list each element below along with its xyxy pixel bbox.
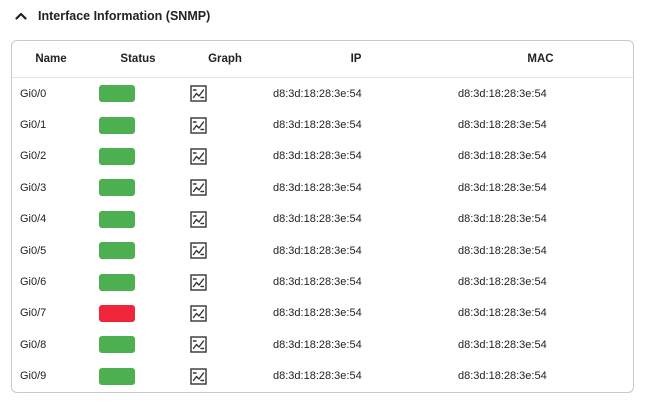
interface-name: Gi0/2 xyxy=(20,150,47,163)
interface-name: Gi0/7 xyxy=(20,307,47,320)
ip-cell: d8:3d:18:28:3e:54 xyxy=(273,338,362,351)
status-cell xyxy=(90,298,186,329)
table-row-3: Gi0/3 d8:3d:18:28:3e:54 d8:3d:18:28:3e:5… xyxy=(12,172,633,203)
interface-table-card: Name Status Graph IP MAC Gi0/0 d8:3d:18:… xyxy=(11,40,634,393)
graph-cell xyxy=(186,361,264,392)
interface-name: Gi0/6 xyxy=(20,276,47,289)
graph-cell xyxy=(186,109,264,140)
table-row-8: Gi0/8 d8:3d:18:28:3e:54 d8:3d:18:28:3e:5… xyxy=(12,329,633,360)
graph-cell xyxy=(186,329,264,360)
status-cell xyxy=(90,329,186,360)
status-cell xyxy=(90,235,186,266)
mac-cell: d8:3d:18:28:3e:54 xyxy=(458,87,547,100)
graph-cell xyxy=(186,141,264,172)
graph-icon[interactable] xyxy=(190,336,207,354)
ip-cell: d8:3d:18:28:3e:54 xyxy=(273,87,362,100)
graph-icon[interactable] xyxy=(190,85,207,102)
ip-cell: d8:3d:18:28:3e:54 xyxy=(273,370,362,383)
column-header-status: Status xyxy=(90,41,186,78)
table-row-7: Gi0/7 d8:3d:18:28:3e:54 d8:3d:18:28:3e:5… xyxy=(12,298,633,329)
graph-icon[interactable] xyxy=(190,148,207,165)
table-header-row: Name Status Graph IP MAC xyxy=(12,41,633,78)
interface-name: Gi0/0 xyxy=(20,87,47,100)
mac-cell: d8:3d:18:28:3e:54 xyxy=(458,276,547,289)
status-indicator-up xyxy=(99,85,135,103)
column-header-ip: IP xyxy=(264,41,448,78)
graph-cell xyxy=(186,235,264,266)
graph-cell xyxy=(186,298,264,329)
mac-cell: d8:3d:18:28:3e:54 xyxy=(458,150,547,163)
status-cell xyxy=(90,361,186,392)
status-cell xyxy=(90,78,186,110)
mac-cell: d8:3d:18:28:3e:54 xyxy=(458,181,547,194)
graph-cell xyxy=(186,172,264,203)
interface-name: Gi0/3 xyxy=(20,181,47,194)
table-body: Gi0/0 d8:3d:18:28:3e:54 d8:3d:18:28:3e:5… xyxy=(12,78,633,392)
status-indicator-up xyxy=(99,367,135,385)
ip-cell: d8:3d:18:28:3e:54 xyxy=(273,150,362,163)
graph-icon[interactable] xyxy=(190,305,207,322)
status-indicator-up xyxy=(99,242,135,260)
ip-cell: d8:3d:18:28:3e:54 xyxy=(273,119,362,132)
chevron-up-icon[interactable] xyxy=(13,8,29,24)
table-row-4: Gi0/4 d8:3d:18:28:3e:54 d8:3d:18:28:3e:5… xyxy=(12,204,633,235)
status-indicator-up xyxy=(99,210,135,228)
interface-name: Gi0/1 xyxy=(20,119,47,132)
mac-cell: d8:3d:18:28:3e:54 xyxy=(458,119,547,132)
mac-cell: d8:3d:18:28:3e:54 xyxy=(458,244,547,257)
graph-icon[interactable] xyxy=(190,179,207,197)
ip-cell: d8:3d:18:28:3e:54 xyxy=(273,181,362,194)
interface-name: Gi0/5 xyxy=(20,244,47,257)
interface-table: Name Status Graph IP MAC Gi0/0 d8:3d:18:… xyxy=(12,41,633,392)
status-indicator-up xyxy=(99,273,135,291)
graph-icon[interactable] xyxy=(190,116,207,134)
table-row-2: Gi0/2 d8:3d:18:28:3e:54 d8:3d:18:28:3e:5… xyxy=(12,141,633,172)
interface-name: Gi0/8 xyxy=(20,338,47,351)
table-row-6: Gi0/6 d8:3d:18:28:3e:54 d8:3d:18:28:3e:5… xyxy=(12,266,633,297)
graph-cell xyxy=(186,204,264,235)
graph-cell xyxy=(186,78,264,110)
mac-cell: d8:3d:18:28:3e:54 xyxy=(458,370,547,383)
mac-cell: d8:3d:18:28:3e:54 xyxy=(458,338,547,351)
mac-cell: d8:3d:18:28:3e:54 xyxy=(458,307,547,320)
interface-name: Gi0/4 xyxy=(20,213,47,226)
status-cell xyxy=(90,109,186,140)
status-cell xyxy=(90,172,186,203)
graph-icon[interactable] xyxy=(190,242,207,259)
status-indicator-down xyxy=(99,304,135,322)
column-header-name: Name xyxy=(12,41,90,78)
status-cell xyxy=(90,266,186,297)
status-cell xyxy=(90,141,186,172)
status-indicator-up xyxy=(99,147,135,165)
ip-cell: d8:3d:18:28:3e:54 xyxy=(273,276,362,289)
graph-icon[interactable] xyxy=(190,273,207,291)
column-header-graph: Graph xyxy=(186,41,264,78)
section-header-interface-info[interactable]: Interface Information (SNMP) xyxy=(13,6,210,26)
interface-name: Gi0/9 xyxy=(20,370,47,383)
table-row-1: Gi0/1 d8:3d:18:28:3e:54 d8:3d:18:28:3e:5… xyxy=(12,109,633,140)
table-row-0: Gi0/0 d8:3d:18:28:3e:54 d8:3d:18:28:3e:5… xyxy=(12,78,633,110)
section-title: Interface Information (SNMP) xyxy=(38,9,211,23)
column-header-mac: MAC xyxy=(448,41,633,78)
status-indicator-up xyxy=(99,116,135,134)
table-row-9: Gi0/9 d8:3d:18:28:3e:54 d8:3d:18:28:3e:5… xyxy=(12,361,633,392)
ip-cell: d8:3d:18:28:3e:54 xyxy=(273,213,362,226)
table-row-5: Gi0/5 d8:3d:18:28:3e:54 d8:3d:18:28:3e:5… xyxy=(12,235,633,266)
mac-cell: d8:3d:18:28:3e:54 xyxy=(458,213,547,226)
ip-cell: d8:3d:18:28:3e:54 xyxy=(273,307,362,320)
status-indicator-up xyxy=(99,179,135,197)
graph-icon[interactable] xyxy=(190,368,207,385)
graph-icon[interactable] xyxy=(190,211,207,228)
status-cell xyxy=(90,204,186,235)
ip-cell: d8:3d:18:28:3e:54 xyxy=(273,244,362,257)
graph-cell xyxy=(186,266,264,297)
status-indicator-up xyxy=(99,336,135,354)
